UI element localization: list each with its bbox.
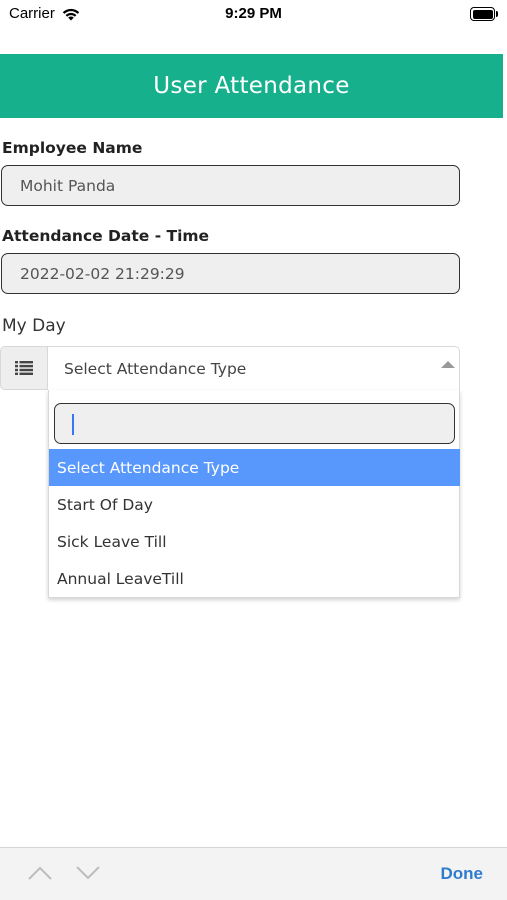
option-sick-leave-till[interactable]: Sick Leave Till xyxy=(49,523,460,560)
status-bar: Carrier 9:29 PM xyxy=(0,0,507,30)
employee-name-field[interactable]: Mohit Panda xyxy=(1,165,460,206)
employee-name-value: Mohit Panda xyxy=(20,176,116,195)
dropdown-search-input[interactable] xyxy=(54,403,455,444)
select-value: Select Attendance Type xyxy=(64,359,247,378)
chevron-down-icon[interactable] xyxy=(75,864,101,882)
option-select-attendance-type[interactable]: Select Attendance Type xyxy=(49,449,460,486)
chevron-up-icon[interactable] xyxy=(27,864,53,882)
caret-up-icon[interactable] xyxy=(441,361,455,368)
select-addon xyxy=(0,346,48,390)
text-cursor xyxy=(72,414,74,435)
status-time: 9:29 PM xyxy=(225,5,282,22)
option-start-of-day[interactable]: Start Of Day xyxy=(49,486,460,523)
attendance-datetime-label: Attendance Date - Time xyxy=(2,227,210,245)
app-header: User Attendance xyxy=(0,54,503,118)
done-button[interactable]: Done xyxy=(441,864,484,884)
page-title: User Attendance xyxy=(153,73,350,99)
dropdown-options: Select Attendance Type Start Of Day Sick… xyxy=(49,449,460,597)
attendance-datetime-value: 2022-02-02 21:29:29 xyxy=(20,264,185,283)
attendance-datetime-field[interactable]: 2022-02-02 21:29:29 xyxy=(1,253,460,294)
attendance-type-select[interactable]: Select Attendance Type xyxy=(0,346,460,390)
list-icon xyxy=(15,361,33,375)
battery-icon xyxy=(470,7,498,21)
keyboard-toolbar: Done xyxy=(0,847,507,900)
option-annual-leave-till[interactable]: Annual LeaveTill xyxy=(49,560,460,597)
my-day-label: My Day xyxy=(2,316,66,336)
employee-name-label: Employee Name xyxy=(2,139,143,157)
select-display[interactable]: Select Attendance Type xyxy=(47,346,460,390)
screen: Carrier 9:29 PM User Attendance Employee… xyxy=(0,0,507,900)
attendance-type-dropdown: Select Attendance Type Start Of Day Sick… xyxy=(48,390,460,598)
